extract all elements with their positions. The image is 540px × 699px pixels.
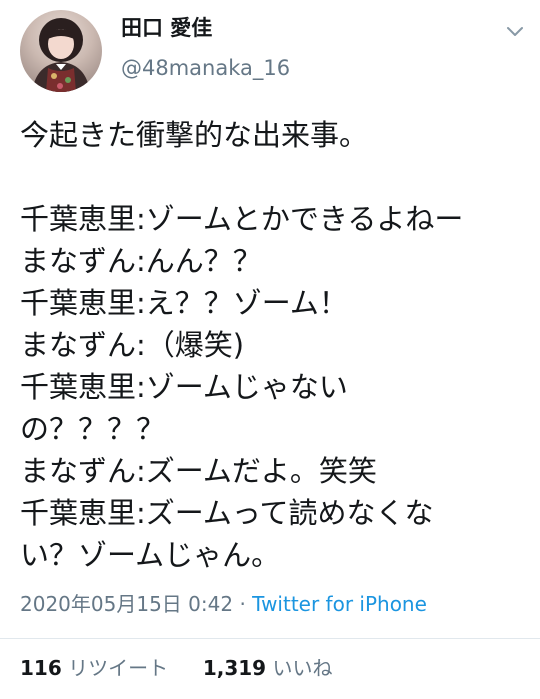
tweet-line: い？ゾームじゃん。: [20, 538, 281, 572]
meta-separator: ·: [239, 592, 246, 616]
avatar[interactable]: [20, 10, 102, 92]
tweet-line: の？？？？: [20, 412, 166, 446]
tweet-line: 千葉恵里:ゾームじゃない: [20, 370, 348, 404]
tweet-card: 田口 愛佳 @48manaka_16 今起きた衝撃的な出来事。 千葉恵里:ゾーム…: [0, 0, 540, 699]
tweet-line: [20, 156, 530, 198]
display-name[interactable]: 田口 愛佳: [121, 12, 212, 42]
retweets-label: リツイート: [68, 656, 169, 680]
retweets-count: 116: [20, 656, 62, 680]
likes-label: いいね: [272, 656, 333, 680]
tweet-line: まなずん:（爆笑): [20, 328, 245, 362]
user-handle[interactable]: @48manaka_16: [121, 56, 290, 80]
chevron-down-icon[interactable]: [505, 24, 525, 40]
tweet-line: 千葉恵里:え？？ゾーム！: [20, 286, 348, 320]
tweet-line: 千葉恵里:ゾームとかできるよねー: [20, 202, 464, 236]
tweet-meta: 2020年05月15日 0:42 · Twitter for iPhone: [20, 588, 427, 617]
divider: [0, 638, 540, 639]
likes-stat[interactable]: 1,319 いいね: [203, 656, 333, 680]
tweet-text: 今起きた衝撃的な出来事。 千葉恵里:ゾームとかできるよねー まなずん:んん？？ …: [20, 114, 530, 576]
timestamp[interactable]: 2020年05月15日 0:42: [20, 592, 233, 616]
tweet-line: まなずん:んん？？: [20, 244, 262, 278]
tweet-line: まなずん:ズームだよ。笑笑: [20, 454, 377, 488]
tweet-line: 千葉恵里:ズームって読めなくな: [20, 496, 434, 530]
likes-count: 1,319: [202, 656, 267, 680]
source-link[interactable]: Twitter for iPhone: [252, 592, 427, 616]
retweets-stat[interactable]: 116 リツイート: [20, 656, 174, 680]
engagement-stats: 116 リツイート 1,319 いいね: [20, 652, 332, 681]
tweet-line: 今起きた衝撃的な出来事。: [20, 118, 369, 152]
